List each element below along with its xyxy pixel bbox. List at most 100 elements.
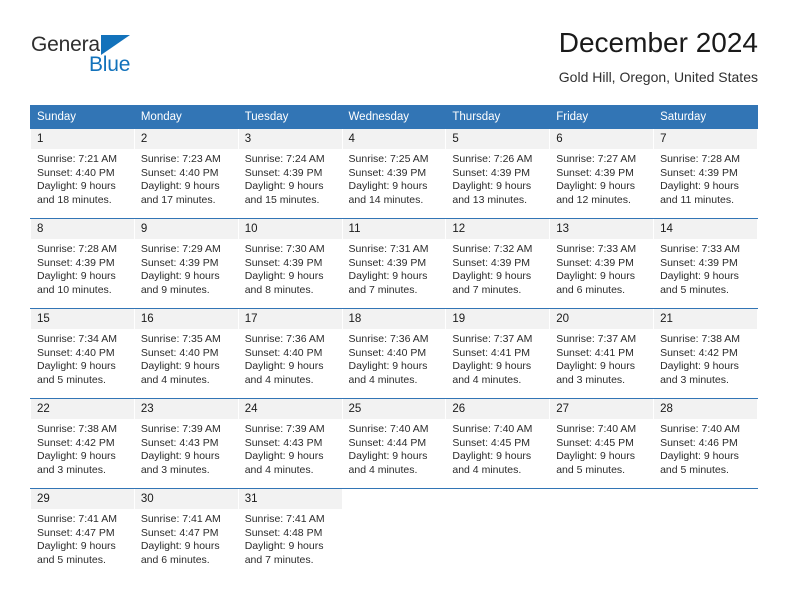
daylight-text-line2: and 18 minutes. [37, 193, 112, 206]
day-number: 12 [446, 219, 550, 239]
daylight-text-line2: and 13 minutes. [452, 193, 528, 206]
day-info: Sunrise: 7:32 AM Sunset: 4:39 PM Dayligh… [446, 239, 549, 297]
day-cell[interactable]: 16 Sunrise: 7:35 AM Sunset: 4:40 PM Dayl… [133, 308, 239, 399]
day-cell[interactable]: 18 Sunrise: 7:36 AM Sunset: 4:40 PM Dayl… [341, 308, 447, 399]
day-cell[interactable]: 4 Sunrise: 7:25 AM Sunset: 4:39 PM Dayli… [341, 128, 447, 219]
day-cell[interactable]: 15 Sunrise: 7:34 AM Sunset: 4:40 PM Dayl… [30, 308, 135, 399]
day-cell-empty [653, 488, 758, 578]
day-cell[interactable]: 31 Sunrise: 7:41 AM Sunset: 4:48 PM Dayl… [237, 488, 343, 578]
day-cell[interactable]: 2 Sunrise: 7:23 AM Sunset: 4:40 PM Dayli… [133, 128, 239, 219]
sunset-text: Sunset: 4:46 PM [660, 436, 738, 449]
daylight-text-line2: and 5 minutes. [660, 463, 729, 476]
day-cell[interactable]: 29 Sunrise: 7:41 AM Sunset: 4:47 PM Dayl… [30, 488, 135, 578]
day-info: Sunrise: 7:29 AM Sunset: 4:39 PM Dayligh… [135, 239, 238, 297]
day-cell[interactable]: 25 Sunrise: 7:40 AM Sunset: 4:44 PM Dayl… [341, 398, 447, 489]
daylight-text-line1: Daylight: 9 hours [140, 180, 220, 193]
day-cell[interactable]: 14 Sunrise: 7:33 AM Sunset: 4:39 PM Dayl… [653, 218, 758, 309]
day-cell[interactable]: 17 Sunrise: 7:36 AM Sunset: 4:40 PM Dayl… [237, 308, 343, 399]
day-info: Sunrise: 7:41 AM Sunset: 4:47 PM Dayligh… [31, 509, 134, 567]
day-cell[interactable]: 23 Sunrise: 7:39 AM Sunset: 4:43 PM Dayl… [133, 398, 239, 489]
calendar-header-row: Sunday Monday Tuesday Wednesday Thursday… [30, 105, 758, 129]
day-info: Sunrise: 7:39 AM Sunset: 4:43 PM Dayligh… [135, 419, 238, 477]
day-number: 22 [31, 399, 134, 419]
day-number [343, 489, 446, 509]
day-cell[interactable]: 5 Sunrise: 7:26 AM Sunset: 4:39 PM Dayli… [445, 128, 551, 219]
day-info: Sunrise: 7:25 AM Sunset: 4:39 PM Dayligh… [343, 149, 446, 207]
daylight-text-line1: Daylight: 9 hours [37, 360, 116, 373]
day-number: 10 [238, 219, 342, 239]
sunrise-text: Sunrise: 7:28 AM [37, 243, 117, 255]
day-info: Sunrise: 7:27 AM Sunset: 4:39 PM Dayligh… [550, 149, 653, 207]
day-info: Sunrise: 7:38 AM Sunset: 4:42 PM Dayligh… [31, 419, 134, 477]
day-cell[interactable]: 7 Sunrise: 7:28 AM Sunset: 4:39 PM Dayli… [653, 128, 758, 219]
day-cell[interactable]: 26 Sunrise: 7:40 AM Sunset: 4:45 PM Dayl… [445, 398, 551, 489]
sunrise-text: Sunrise: 7:36 AM [244, 333, 325, 345]
sunset-text: Sunset: 4:41 PM [556, 346, 634, 359]
day-number: 7 [654, 129, 757, 149]
day-info: Sunrise: 7:41 AM Sunset: 4:47 PM Dayligh… [135, 509, 238, 567]
day-info: Sunrise: 7:38 AM Sunset: 4:42 PM Dayligh… [654, 329, 757, 387]
day-number: 2 [134, 129, 238, 149]
day-number: 30 [134, 489, 238, 509]
day-info: Sunrise: 7:33 AM Sunset: 4:39 PM Dayligh… [550, 239, 653, 297]
daylight-text-line1: Daylight: 9 hours [348, 360, 428, 373]
day-cell[interactable]: 11 Sunrise: 7:31 AM Sunset: 4:39 PM Dayl… [341, 218, 447, 309]
day-cell[interactable]: 1 Sunrise: 7:21 AM Sunset: 4:40 PM Dayli… [30, 128, 135, 219]
calendar-week-row: 29 Sunrise: 7:41 AM Sunset: 4:47 PM Dayl… [30, 488, 758, 578]
day-cell[interactable]: 10 Sunrise: 7:30 AM Sunset: 4:39 PM Dayl… [237, 218, 343, 309]
daylight-text-line1: Daylight: 9 hours [660, 360, 739, 373]
day-number: 1 [31, 129, 134, 149]
daylight-text-line1: Daylight: 9 hours [140, 360, 220, 373]
day-info: Sunrise: 7:34 AM Sunset: 4:40 PM Dayligh… [31, 329, 134, 387]
day-cell[interactable]: 6 Sunrise: 7:27 AM Sunset: 4:39 PM Dayli… [549, 128, 655, 219]
day-info: Sunrise: 7:40 AM Sunset: 4:45 PM Dayligh… [550, 419, 653, 477]
daylight-text-line1: Daylight: 9 hours [37, 540, 116, 553]
daylight-text-line1: Daylight: 9 hours [244, 540, 324, 553]
sunset-text: Sunset: 4:39 PM [348, 256, 427, 269]
day-number: 24 [238, 399, 342, 419]
day-cell[interactable]: 21 Sunrise: 7:38 AM Sunset: 4:42 PM Dayl… [653, 308, 758, 399]
sunrise-text: Sunrise: 7:34 AM [37, 333, 117, 345]
sunset-text: Sunset: 4:39 PM [244, 256, 323, 269]
day-cell-empty [549, 488, 655, 578]
day-number: 19 [446, 309, 550, 329]
day-cell[interactable]: 24 Sunrise: 7:39 AM Sunset: 4:43 PM Dayl… [237, 398, 343, 489]
daylight-text-line1: Daylight: 9 hours [140, 270, 220, 283]
daylight-text-line1: Daylight: 9 hours [660, 180, 739, 193]
day-cell[interactable]: 13 Sunrise: 7:33 AM Sunset: 4:39 PM Dayl… [549, 218, 655, 309]
daylight-text-line2: and 3 minutes. [556, 373, 626, 386]
day-cell[interactable]: 3 Sunrise: 7:24 AM Sunset: 4:39 PM Dayli… [237, 128, 343, 219]
sunrise-text: Sunrise: 7:38 AM [660, 333, 741, 345]
sunrise-text: Sunrise: 7:28 AM [660, 153, 741, 165]
day-cell[interactable]: 8 Sunrise: 7:28 AM Sunset: 4:39 PM Dayli… [30, 218, 135, 309]
sunset-text: Sunset: 4:42 PM [660, 346, 738, 359]
daylight-text-line2: and 7 minutes. [348, 283, 418, 296]
general-blue-logo[interactable]: General Blue [31, 34, 251, 94]
day-cell[interactable]: 19 Sunrise: 7:37 AM Sunset: 4:41 PM Dayl… [445, 308, 551, 399]
day-cell[interactable]: 12 Sunrise: 7:32 AM Sunset: 4:39 PM Dayl… [445, 218, 551, 309]
sunset-text: Sunset: 4:43 PM [244, 436, 323, 449]
day-info: Sunrise: 7:30 AM Sunset: 4:39 PM Dayligh… [239, 239, 342, 297]
day-cell[interactable]: 30 Sunrise: 7:41 AM Sunset: 4:47 PM Dayl… [133, 488, 239, 578]
day-cell[interactable]: 22 Sunrise: 7:38 AM Sunset: 4:42 PM Dayl… [30, 398, 135, 489]
daylight-text-line1: Daylight: 9 hours [452, 270, 532, 283]
day-cell[interactable]: 9 Sunrise: 7:29 AM Sunset: 4:39 PM Dayli… [133, 218, 239, 309]
day-cell[interactable]: 27 Sunrise: 7:40 AM Sunset: 4:45 PM Dayl… [549, 398, 655, 489]
calendar-table: Sunday Monday Tuesday Wednesday Thursday… [30, 105, 758, 578]
day-cell[interactable]: 20 Sunrise: 7:37 AM Sunset: 4:41 PM Dayl… [549, 308, 655, 399]
daylight-text-line1: Daylight: 9 hours [244, 270, 324, 283]
daylight-text-line2: and 4 minutes. [348, 463, 418, 476]
daylight-text-line2: and 7 minutes. [452, 283, 522, 296]
sunrise-text: Sunrise: 7:37 AM [556, 333, 637, 345]
daylight-text-line1: Daylight: 9 hours [37, 180, 116, 193]
daylight-text-line1: Daylight: 9 hours [348, 450, 428, 463]
sunset-text: Sunset: 4:40 PM [140, 166, 219, 179]
calendar-page: General Blue December 2024 Gold Hill, Or… [0, 0, 792, 612]
sunrise-text: Sunrise: 7:30 AM [244, 243, 325, 255]
sunset-text: Sunset: 4:39 PM [556, 256, 634, 269]
daylight-text-line1: Daylight: 9 hours [452, 450, 532, 463]
day-cell[interactable]: 28 Sunrise: 7:40 AM Sunset: 4:46 PM Dayl… [653, 398, 758, 489]
daylight-text-line2: and 12 minutes. [556, 193, 631, 206]
day-number: 18 [342, 309, 446, 329]
day-info: Sunrise: 7:37 AM Sunset: 4:41 PM Dayligh… [446, 329, 549, 387]
